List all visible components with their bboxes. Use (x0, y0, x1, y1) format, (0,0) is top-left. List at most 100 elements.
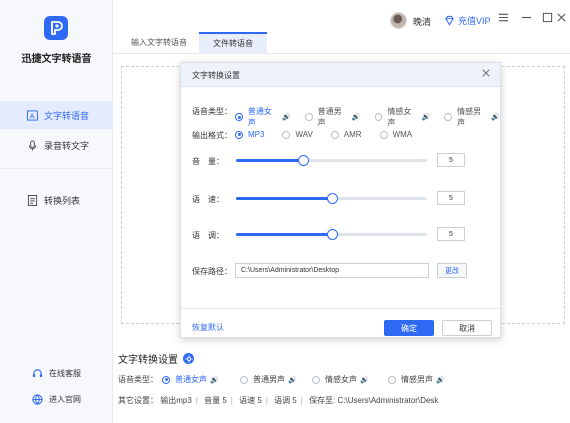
speaker-icon[interactable]: 🔊 (422, 113, 431, 121)
speed-value-input[interactable]: 5 (437, 191, 465, 205)
speaker-icon[interactable]: 🔊 (352, 113, 361, 121)
slider-handle[interactable] (297, 155, 309, 166)
voice-option-emotional-male[interactable]: 情感男声 🔊 (444, 106, 500, 128)
sidebar-item-conversion-list[interactable]: 转换列表 (0, 186, 113, 214)
menu-button[interactable] (496, 12, 510, 26)
other-setting-path: 保存至: C:\Users\Administrator\Desk (309, 396, 439, 405)
online-support-link[interactable]: 在线客服 (32, 368, 81, 379)
voice-option-emotional-female[interactable]: 情感女声 🔊 (374, 106, 431, 128)
voice-option-label: 普通男声 (317, 107, 342, 127)
bottom-voice-option-0[interactable]: 普通女声 🔊 (162, 374, 219, 385)
tab-file-to-speech[interactable]: 文件转语音 (199, 32, 267, 54)
text-to-speech-icon: A (26, 109, 38, 121)
minimize-button[interactable] (519, 12, 533, 26)
radio[interactable] (304, 113, 313, 121)
bottom-voice-option-2[interactable]: 情感女声 🔊 (312, 374, 369, 385)
radio-selected[interactable] (235, 130, 243, 139)
dialog-title: 文字转换设置 (192, 71, 240, 80)
volume-slider[interactable] (236, 155, 427, 166)
voice-option-male[interactable]: 普通男声 🔊 (304, 106, 361, 128)
other-settings-row: 其它设置： 输出mp3 | 音量 5 | 语速 5 | 语调 5 | 保存至: C:\U… (118, 396, 439, 405)
bottom-voice-option-3[interactable]: 情感男声 🔊 (388, 374, 445, 385)
svg-text:A: A (29, 111, 34, 120)
radio[interactable] (282, 130, 291, 139)
headset-icon (32, 368, 43, 379)
format-option-label: MP3 (248, 130, 265, 139)
gear-icon[interactable] (183, 353, 194, 364)
ok-button[interactable]: 确定 (384, 320, 434, 336)
format-option-wav[interactable]: WAV (282, 130, 313, 139)
volume-label: 音 量： (192, 157, 224, 166)
restore-defaults-link[interactable]: 恢复默认 (192, 322, 224, 333)
voice-option-label: 情感女声 (387, 107, 412, 127)
speaker-icon[interactable]: 🔊 (210, 376, 219, 384)
speed-slider[interactable] (236, 193, 427, 204)
other-setting-pitch: 语调 5 (274, 396, 297, 405)
conversion-settings-dialog: 文字转换设置 语音类型： 普通女声 🔊 普通男声 🔊 情感女声 🔊 情感男声 🔊 (180, 62, 501, 338)
format-option-wma[interactable]: WMA (379, 130, 412, 139)
output-format-group: MP3 WAV AMR WMA (235, 130, 426, 139)
vip-label: 充值VIP (458, 16, 491, 26)
slider-handle[interactable] (326, 229, 338, 240)
other-setting-volume: 音量 5 (204, 396, 227, 405)
slider-fill (236, 233, 332, 236)
username[interactable]: 晚清 (413, 15, 431, 28)
volume-value-input[interactable]: 5 (437, 153, 465, 167)
speaker-icon[interactable]: 🔊 (288, 376, 297, 384)
official-site-link[interactable]: 进入官网 (32, 394, 81, 405)
maximize-button[interactable] (540, 12, 554, 26)
format-option-mp3[interactable]: MP3 (235, 130, 264, 139)
vip-recharge-button[interactable]: 充值VIP (444, 14, 491, 27)
save-path-input[interactable]: C:\Users\Administrator\Desktop (235, 263, 429, 278)
radio[interactable] (330, 130, 339, 139)
change-path-button[interactable]: 更改 (437, 263, 467, 278)
app-logo-icon (44, 16, 68, 40)
voice-option-female[interactable]: 普通女声 🔊 (235, 106, 291, 128)
speaker-icon[interactable]: 🔊 (491, 113, 500, 121)
pitch-label: 语 调： (192, 231, 224, 240)
radio[interactable] (312, 375, 320, 384)
globe-icon (32, 394, 43, 405)
voice-option-label: 普通男声 (253, 375, 285, 384)
voice-option-label: 普通女声 (247, 107, 272, 127)
sidebar-item-label: 文字转语音 (44, 110, 90, 121)
radio[interactable] (444, 113, 453, 121)
radio[interactable] (388, 375, 396, 384)
voice-type-label: 语音类型： (192, 107, 232, 116)
radio[interactable] (374, 113, 383, 121)
slider-handle[interactable] (326, 193, 338, 204)
radio[interactable] (240, 375, 248, 384)
close-window-button[interactable] (554, 12, 568, 26)
dialog-close-button[interactable] (481, 68, 491, 81)
radio-selected[interactable] (235, 113, 243, 121)
slider-fill (236, 159, 303, 162)
slider-fill (236, 197, 332, 200)
sidebar-item-label: 转换列表 (44, 195, 81, 206)
format-option-label: AMR (343, 130, 362, 139)
dialog-header: 文字转换设置 (181, 63, 500, 87)
maximize-icon (542, 12, 553, 26)
bottom-settings-title-text: 文字转换设置 (118, 355, 178, 366)
other-setting-format: 输出mp3 (160, 396, 192, 405)
tab-input-text[interactable]: 输入文字转语音 (117, 32, 201, 54)
diamond-icon (444, 15, 455, 26)
sidebar-item-label: 录音转文字 (44, 140, 90, 151)
radio-selected[interactable] (162, 375, 170, 384)
pitch-value-input[interactable]: 5 (437, 227, 465, 241)
sidebar-item-text-to-speech[interactable]: A 文字转语音 (0, 101, 113, 129)
app-name: 迅捷文字转语音 (21, 54, 92, 65)
radio[interactable] (379, 130, 388, 139)
avatar[interactable] (390, 12, 407, 29)
pitch-slider[interactable] (236, 229, 427, 240)
format-option-amr[interactable]: AMR (330, 130, 362, 139)
speaker-icon[interactable]: 🔊 (436, 376, 445, 384)
bottom-voice-option-1[interactable]: 普通男声 🔊 (240, 374, 297, 385)
speaker-icon[interactable]: 🔊 (360, 376, 369, 384)
online-support-label: 在线客服 (49, 369, 81, 378)
speaker-icon[interactable]: 🔊 (282, 113, 291, 121)
sidebar-item-speech-to-text[interactable]: 录音转文字 (0, 131, 113, 159)
voice-option-label: 普通女声 (175, 375, 207, 384)
cancel-button[interactable]: 取消 (442, 320, 492, 336)
voice-option-label: 情感女声 (325, 375, 357, 384)
save-path-label: 保存路径： (192, 267, 232, 276)
